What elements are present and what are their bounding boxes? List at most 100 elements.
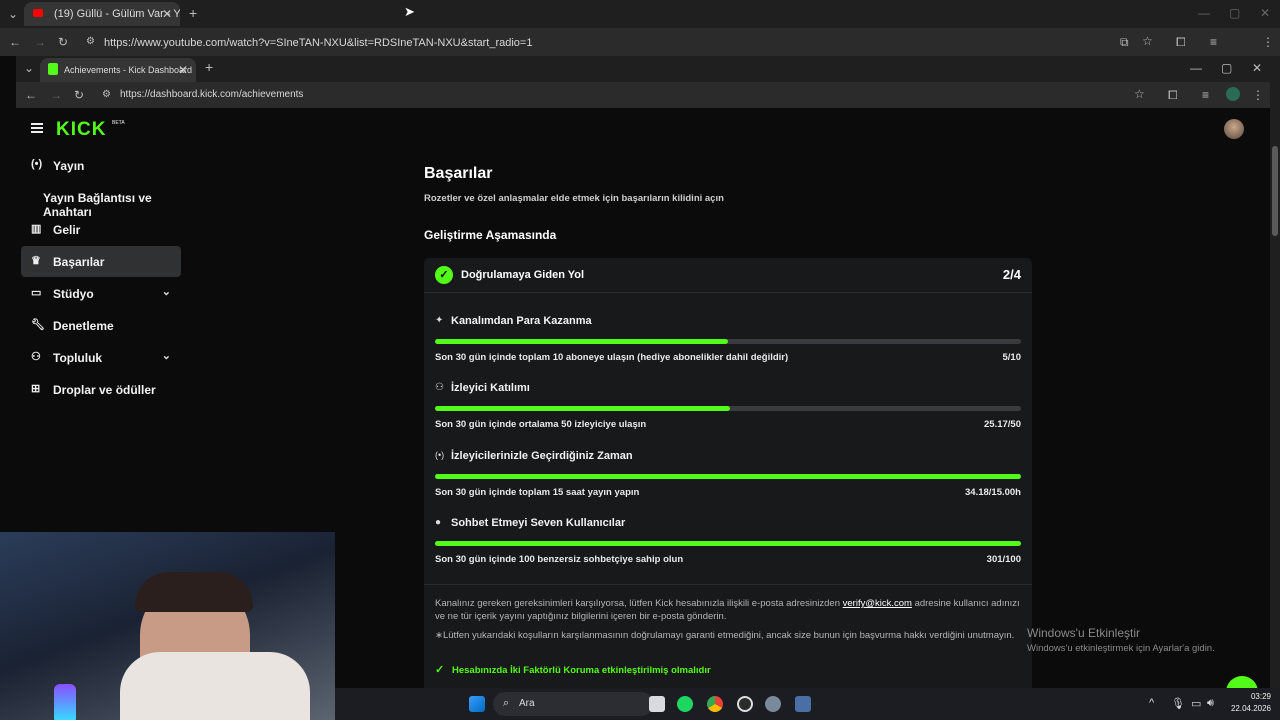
taskbar-search[interactable]: ⌕ Ara <box>493 692 653 716</box>
achievement-value: 25.17/50 <box>984 419 1021 430</box>
hamburger-menu-icon[interactable] <box>31 123 43 133</box>
sidebar-item-droplar[interactable]: ⊞ Droplar ve ödüller <box>21 374 181 405</box>
achievement-description: Son 30 gün içinde 100 benzersiz sohbetçi… <box>435 554 684 565</box>
clock-date[interactable]: 22.04.2026 <box>1221 704 1271 713</box>
spotify-icon[interactable] <box>677 696 693 712</box>
progress-bar <box>435 406 1021 411</box>
person-shirt <box>120 652 310 720</box>
chart-icon: ▥ <box>31 223 42 235</box>
youtube-icon <box>33 9 43 17</box>
users-icon: ⚇ <box>31 351 41 363</box>
verification-note: Kanalınız gereken gereksinimleri karşılı… <box>435 597 1021 623</box>
maximize-icon[interactable]: ▢ <box>1229 6 1240 20</box>
achievement-description: Son 30 gün içinde ortalama 50 izleyiciye… <box>435 419 647 430</box>
media-icon[interactable]: ≡ <box>1202 88 1209 102</box>
inner-tab[interactable]: Achievements - Kick Dashboard ✕ <box>40 58 196 82</box>
achievement-title: Kanalımdan Para Kazanma <box>451 315 592 327</box>
trophy-icon: ♛ <box>31 255 41 267</box>
menu-icon[interactable]: ⋮ <box>1252 88 1264 102</box>
back-icon[interactable]: ← <box>9 35 21 49</box>
achievement-value: 5/10 <box>1002 352 1022 363</box>
settings-icon[interactable] <box>765 696 781 712</box>
sidebar-item-stream-key[interactable]: Yayın Bağlantısı ve Anahtarı <box>21 182 201 219</box>
chrome-icon[interactable] <box>707 696 723 712</box>
close-icon[interactable]: ✕ <box>162 7 172 21</box>
forward-icon[interactable]: → <box>50 88 62 102</box>
bookmark-star-icon[interactable]: ☆ <box>1134 87 1145 101</box>
sidebar-item-label: Topluluk <box>53 351 103 365</box>
extensions-icon[interactable]: ⧠ <box>1168 88 1178 102</box>
progress-fill <box>435 406 730 411</box>
studio-icon: ▭ <box>31 287 42 299</box>
card-count: 2/4 <box>1002 267 1021 282</box>
chevron-down-icon[interactable]: ⌄ <box>162 349 171 362</box>
profile-avatar[interactable] <box>1226 87 1240 101</box>
achievement-title: Sohbet Etmeyi Seven Kullanıcılar <box>451 517 626 529</box>
user-avatar[interactable] <box>1224 119 1244 139</box>
inner-tab-strip: ⌄ Achievements - Kick Dashboard ✕ + — ▢ … <box>16 56 1270 82</box>
install-icon[interactable]: ⧉ <box>1120 35 1129 49</box>
microphone-icon[interactable]: 🎙︎ <box>1171 697 1185 710</box>
progress-bar <box>435 474 1021 479</box>
back-icon[interactable]: ← <box>25 88 37 102</box>
extensions-icon[interactable]: ⧠ <box>1176 35 1186 49</box>
kick-logo[interactable]: KICK <box>56 119 106 141</box>
chat-bubble-icon: ● <box>435 517 442 528</box>
new-tab-icon[interactable]: + <box>205 60 213 74</box>
maximize-icon[interactable]: ▢ <box>1221 61 1232 75</box>
minimize-icon[interactable]: — <box>1198 6 1210 20</box>
sidebar-item-basarilar[interactable]: ♛ Başarılar <box>21 246 181 277</box>
reload-icon[interactable]: ↻ <box>58 35 68 49</box>
sidebar-item-yayin[interactable]: (•) Yayın <box>21 150 181 181</box>
windows-taskbar: ⌕ Ara ^ 🎙︎ ▭ 🔊︎ 03:29 22.04.2026 <box>335 688 1280 720</box>
close-window-icon[interactable]: ✕ <box>1252 61 1262 75</box>
verify-email-link[interactable]: verify@kick.com <box>843 598 912 609</box>
broadcast-icon: (•) <box>31 158 43 170</box>
reload-icon[interactable]: ↻ <box>74 88 84 102</box>
inner-url[interactable]: https://dashboard.kick.com/achievements <box>120 89 303 100</box>
scrollbar-thumb[interactable] <box>1272 146 1278 236</box>
progress-fill <box>435 474 1021 479</box>
tab-list-icon[interactable]: ⌄ <box>24 61 34 75</box>
app-icon[interactable] <box>795 696 811 712</box>
obs-icon[interactable] <box>737 696 753 712</box>
page-subtitle: Rozetler ve özel anlaşmalar elde etmek i… <box>424 193 724 204</box>
tray-chevron-icon[interactable]: ^ <box>1149 697 1154 709</box>
outer-url[interactable]: https://www.youtube.com/watch?v=SIneTAN-… <box>104 37 532 49</box>
sidebar-item-label: Yayın <box>53 159 85 173</box>
note-text: Kanalınız gereken gereksinimleri karşılı… <box>435 598 840 609</box>
achievement-title: İzleyici Katılımı <box>451 382 530 394</box>
file-explorer-icon[interactable] <box>649 696 665 712</box>
achievement-description: Son 30 gün içinde toplam 15 saat yayın y… <box>435 487 640 498</box>
new-tab-icon[interactable]: + <box>189 6 197 20</box>
forward-icon[interactable]: → <box>34 35 46 49</box>
close-icon[interactable]: ✕ <box>178 63 188 77</box>
site-info-icon[interactable]: ⚙ <box>102 88 111 102</box>
site-info-icon[interactable]: ⚙ <box>86 35 95 49</box>
sidebar-item-gelir[interactable]: ▥ Gelir <box>21 214 181 245</box>
volume-icon[interactable]: 🔊︎ <box>1207 697 1214 710</box>
clock-time[interactable]: 03:29 <box>1227 692 1271 701</box>
outer-tab[interactable]: (19) Güllü - Gülüm Var - YouTube ✕ <box>24 2 180 26</box>
sidebar-item-denetleme[interactable]: 🔧︎ Denetleme <box>21 310 181 341</box>
broadcast-icon: (•) <box>435 450 445 460</box>
media-icon[interactable]: ≡ <box>1210 35 1217 49</box>
tab-list-icon[interactable]: ⌄ <box>8 7 18 21</box>
scrollbar-track[interactable] <box>1270 56 1280 720</box>
gift-icon: ⊞ <box>31 383 41 395</box>
divider <box>424 292 1032 293</box>
section-title: Geliştirme Aşamasında <box>424 228 557 242</box>
menu-icon[interactable]: ⋮ <box>1262 35 1274 49</box>
sidebar-item-studyo[interactable]: ▭ Stüdyo ⌄ <box>21 278 181 309</box>
card-title: Doğrulamaya Giden Yol <box>461 269 585 281</box>
windows-start-icon[interactable] <box>469 696 485 712</box>
bookmark-star-icon[interactable]: ☆ <box>1142 34 1153 48</box>
kick-favicon-icon <box>48 63 58 75</box>
sidebar-item-topluluk[interactable]: ⚇ Topluluk ⌄ <box>21 342 181 373</box>
achievement-card: ✓ Doğrulamaya Giden Yol 2/4 ✦ Kanalımdan… <box>424 258 1032 720</box>
disclaimer-note: ∗Lütfen yukarıdaki koşulların karşılanma… <box>435 630 1015 641</box>
close-window-icon[interactable]: ✕ <box>1260 6 1270 20</box>
minimize-icon[interactable]: — <box>1190 61 1202 75</box>
chevron-down-icon[interactable]: ⌄ <box>162 285 171 298</box>
network-icon[interactable]: ▭ <box>1191 697 1201 710</box>
